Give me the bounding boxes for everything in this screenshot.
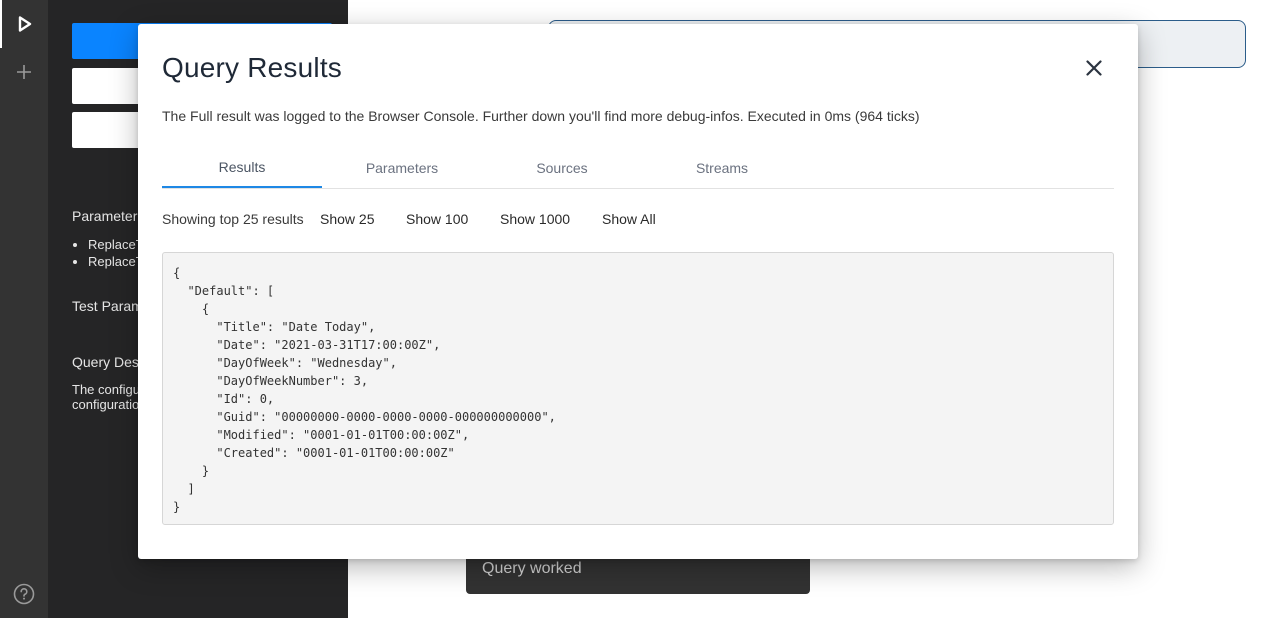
parameter-item: ReplaceT (88, 253, 144, 270)
tab-sources[interactable]: Sources (482, 148, 642, 187)
query-description-text: The configu configuratio (72, 382, 140, 412)
play-icon (18, 16, 32, 32)
help-circle-icon (13, 583, 35, 605)
show-25-button[interactable]: Show 25 (320, 203, 374, 235)
dialog-title: Query Results (162, 52, 342, 83)
activity-rail (0, 0, 48, 618)
parameter-item: ReplaceT (88, 236, 144, 253)
query-description-heading: Query Desc (72, 354, 146, 370)
test-parameters-heading: Test Param (72, 298, 143, 314)
showing-results-text: Showing top 25 results (162, 211, 304, 227)
toast-message: Query worked (482, 560, 582, 577)
result-json-output: { "Default": [ { "Title": "Date Today", … (162, 252, 1114, 525)
show-100-button[interactable]: Show 100 (406, 203, 468, 235)
parameter-list: ReplaceT ReplaceT (72, 236, 144, 270)
close-button[interactable] (1078, 54, 1110, 82)
show-all-button[interactable]: Show All (602, 203, 656, 235)
help-button[interactable] (0, 570, 48, 618)
tab-streams[interactable]: Streams (642, 148, 802, 187)
plus-icon (17, 65, 31, 79)
tab-bar: Results Parameters Sources Streams (162, 148, 1114, 189)
dialog-subtitle: The Full result was logged to the Browse… (162, 108, 920, 124)
run-query-button[interactable] (0, 0, 48, 48)
close-icon (1086, 60, 1102, 76)
tab-parameters[interactable]: Parameters (322, 148, 482, 187)
tab-results[interactable]: Results (162, 148, 322, 188)
parameters-heading: Parameter (72, 208, 138, 224)
add-button[interactable] (0, 48, 48, 96)
query-results-dialog: Query Results The Full result was logged… (138, 24, 1138, 559)
show-1000-button[interactable]: Show 1000 (500, 203, 570, 235)
